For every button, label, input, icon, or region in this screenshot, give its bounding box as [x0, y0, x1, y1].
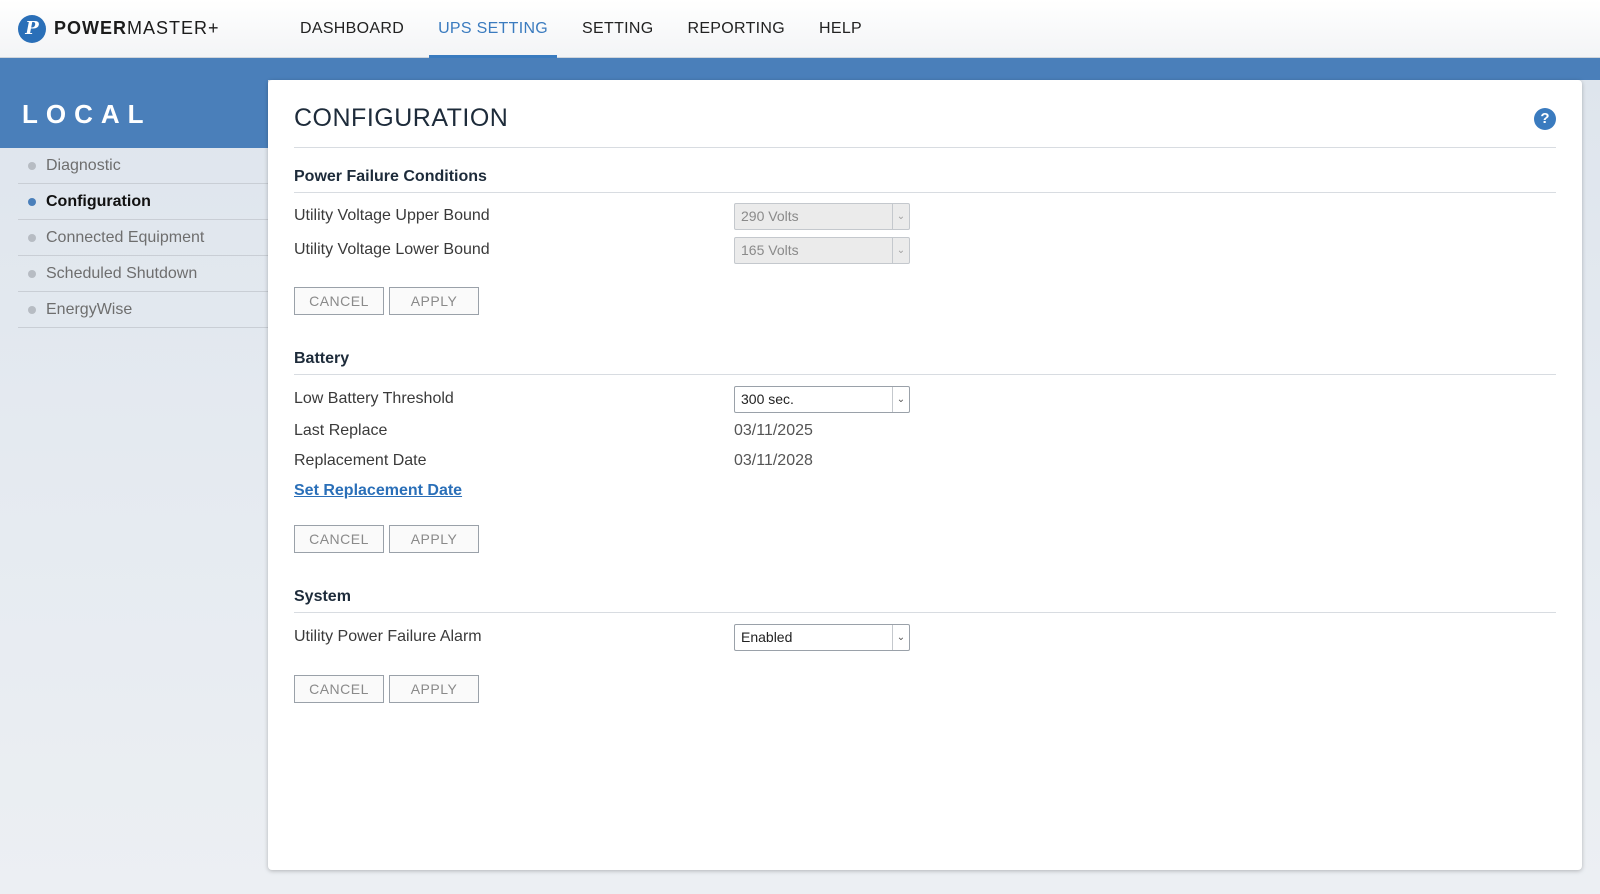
power-failure-buttons: CANCEL APPLY	[294, 287, 1556, 315]
top-navigation-bar: P POWERMASTER+ DASHBOARD UPS SETTING SET…	[0, 0, 1600, 58]
battery-apply-button[interactable]: APPLY	[389, 525, 479, 553]
section-title-power-failure: Power Failure Conditions	[294, 148, 1556, 193]
nav-tab-dashboard[interactable]: DASHBOARD	[283, 0, 421, 58]
nav-tab-help[interactable]: HELP	[802, 0, 879, 58]
battery-buttons: CANCEL APPLY	[294, 525, 1556, 553]
brand-name: POWERMASTER+	[54, 18, 220, 39]
chevron-down-icon: ⌄	[892, 386, 909, 412]
brand[interactable]: P POWERMASTER+	[18, 14, 268, 43]
brand-name-bold: POWER	[54, 18, 128, 38]
sidebar-item-label: Connected Equipment	[46, 228, 205, 246]
sidebar-item-configuration[interactable]: Configuration	[18, 184, 268, 220]
low-battery-select[interactable]: 300 sec. ⌄	[734, 385, 910, 413]
last-replace-row: Last Replace 03/11/2025	[294, 420, 1556, 442]
set-replacement-date-link[interactable]: Set Replacement Date	[294, 482, 462, 500]
sidebar-item-connected-equipment[interactable]: Connected Equipment	[18, 220, 268, 256]
bullet-icon	[28, 197, 36, 206]
sidebar-item-diagnostic[interactable]: Diagnostic	[18, 148, 268, 184]
chevron-down-icon: ⌄	[892, 203, 909, 229]
main-nav: DASHBOARD UPS SETTING SETTING REPORTING …	[283, 0, 879, 58]
nav-tab-setting[interactable]: SETTING	[565, 0, 670, 58]
last-replace-value: 03/11/2025	[734, 422, 813, 439]
bullet-icon	[28, 305, 36, 314]
configuration-panel: CONFIGURATION ? Power Failure Conditions…	[268, 80, 1582, 870]
panel-header: CONFIGURATION ?	[294, 80, 1556, 148]
nav-tab-ups-setting[interactable]: UPS SETTING	[421, 0, 565, 58]
low-battery-label: Low Battery Threshold	[294, 390, 454, 407]
replacement-date-row: Replacement Date 03/11/2028	[294, 450, 1556, 472]
upper-bound-row: Utility Voltage Upper Bound 290 Volts ⌄	[294, 202, 1556, 230]
last-replace-label: Last Replace	[294, 422, 388, 439]
power-failure-cancel-button[interactable]: CANCEL	[294, 287, 384, 315]
lower-bound-row: Utility Voltage Lower Bound 165 Volts ⌄	[294, 236, 1556, 264]
sidebar-item-scheduled-shutdown[interactable]: Scheduled Shutdown	[18, 256, 268, 292]
power-failure-apply-button[interactable]: APPLY	[389, 287, 479, 315]
chevron-down-icon: ⌄	[892, 237, 909, 263]
battery-cancel-button[interactable]: CANCEL	[294, 525, 384, 553]
system-buttons: CANCEL APPLY	[294, 675, 1556, 703]
system-cancel-button[interactable]: CANCEL	[294, 675, 384, 703]
sidebar-heading: LOCAL	[0, 80, 268, 148]
page-title: CONFIGURATION	[294, 104, 509, 132]
bullet-icon	[28, 161, 36, 170]
sidebar-item-label: EnergyWise	[46, 300, 133, 318]
alarm-value: Enabled	[741, 629, 793, 645]
upper-bound-label: Utility Voltage Upper Bound	[294, 207, 490, 224]
sidebar-item-energywise[interactable]: EnergyWise	[18, 292, 268, 328]
replacement-date-value: 03/11/2028	[734, 452, 813, 469]
alarm-row: Utility Power Failure Alarm Enabled ⌄	[294, 623, 1556, 651]
lower-bound-value: 165 Volts	[741, 242, 799, 258]
help-icon[interactable]: ?	[1534, 107, 1556, 130]
brand-name-rest: MASTER+	[127, 18, 220, 38]
section-title-system: System	[294, 553, 1556, 613]
bullet-icon	[28, 233, 36, 242]
lower-bound-label: Utility Voltage Lower Bound	[294, 241, 490, 258]
upper-bound-value: 290 Volts	[741, 208, 799, 224]
powermaster-logo-icon: P	[18, 14, 46, 43]
low-battery-row: Low Battery Threshold 300 sec. ⌄	[294, 385, 1556, 413]
header-band	[0, 58, 1600, 80]
alarm-select[interactable]: Enabled ⌄	[734, 623, 910, 651]
section-title-battery: Battery	[294, 315, 1556, 375]
set-replacement-row: Set Replacement Date	[294, 480, 1556, 502]
sidebar-item-label: Diagnostic	[46, 156, 121, 174]
sidebar: Diagnostic Configuration Connected Equip…	[18, 148, 268, 328]
nav-tab-reporting[interactable]: REPORTING	[670, 0, 802, 58]
upper-bound-select[interactable]: 290 Volts ⌄	[734, 202, 910, 230]
system-apply-button[interactable]: APPLY	[389, 675, 479, 703]
sidebar-item-label: Configuration	[46, 192, 151, 210]
sidebar-item-label: Scheduled Shutdown	[46, 264, 198, 282]
lower-bound-select[interactable]: 165 Volts ⌄	[734, 236, 910, 264]
low-battery-value: 300 sec.	[741, 391, 794, 407]
replacement-date-label: Replacement Date	[294, 452, 427, 469]
alarm-label: Utility Power Failure Alarm	[294, 628, 482, 645]
bullet-icon	[28, 269, 36, 278]
chevron-down-icon: ⌄	[892, 624, 909, 650]
